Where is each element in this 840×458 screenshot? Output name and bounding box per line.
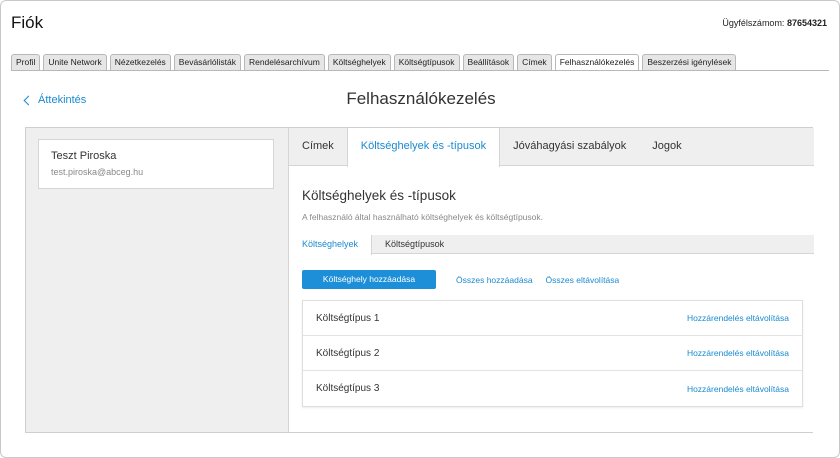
section-description: A felhasználó által használható költségh… [302,212,543,222]
detail-tabs: Címek Költséghelyek és -típusok Jóváhagy… [289,128,814,167]
cost-item-name: Költségtípus 3 [316,383,380,394]
page-header: Áttekintés Felhasználókezelés [1,71,839,123]
subtab-cost-types[interactable]: Költségtípusok [372,235,457,254]
customer-number-value: 87654321 [786,18,827,28]
account-tabs: Profil Unite Network Nézetkezelés Bevásá… [11,54,737,70]
remove-assignment-link[interactable]: Hozzárendelés eltávolítása [687,313,789,323]
section-title: Költséghelyek és -típusok [302,188,456,203]
tab-approval-rules[interactable]: Jóváhagyási szabályok [500,128,639,166]
customer-number: Ügyfélszámom: 87654321 [722,18,827,28]
tab-nezetkezeles[interactable]: Nézetkezelés [109,54,171,70]
tab-rendelesarchivum[interactable]: Rendelésarchívum [243,54,325,70]
tab-beallitasok[interactable]: Beállítások [462,54,515,70]
cost-actions: Költséghely hozzáadása Összes hozzáadása… [302,270,619,289]
user-email: test.piroska@abceg.hu [51,167,144,177]
tab-beszerzesi-igenylesek[interactable]: Beszerzési igénylések [642,54,737,70]
user-management-panel: Teszt Piroska test.piroska@abceg.hu Címe… [25,127,814,433]
remove-assignment-link[interactable]: Hozzárendelés eltávolítása [687,348,789,358]
tab-felhasznalokezeles[interactable]: Felhasználókezelés [554,54,640,70]
cost-item-name: Költségtípus 2 [316,347,380,359]
cost-item-name: Költségtípus 1 [316,312,380,324]
user-detail: Címek Költséghelyek és -típusok Jóváhagy… [288,128,814,432]
list-item: Költségtípus 2 Hozzárendelés eltávolítás… [303,336,802,371]
subtab-cost-centers[interactable]: Költséghelyek [289,235,373,255]
app-window: Fiók Ügyfélszámom: 87654321 Profil Unite… [0,0,840,458]
page-title: Felhasználókezelés [346,89,496,108]
add-all-link[interactable]: Összes hozzáadása [456,275,533,285]
tab-koltseghelyek[interactable]: Költséghelyek [327,54,391,70]
cost-sub-tabs: Költséghelyek Költségtípusok [289,235,814,255]
tab-permissions[interactable]: Jogok [639,128,694,166]
list-item: Költségtípus 3 Hozzárendelés eltávolítás… [303,371,802,406]
customer-number-label: Ügyfélszámom: [722,18,785,28]
cost-list: Költségtípus 1 Hozzárendelés eltávolítás… [302,300,803,407]
remove-all-link[interactable]: Összes eltávolítása [546,275,620,285]
user-name: Teszt Piroska [51,150,117,162]
remove-assignment-link[interactable]: Hozzárendelés eltávolítása [687,384,789,394]
tab-bevasarlolistak[interactable]: Bevásárlólisták [173,54,241,70]
top-bar: Fiók Ügyfélszámom: 87654321 [1,1,839,53]
tab-profil[interactable]: Profil [11,54,41,70]
add-cost-center-button[interactable]: Költséghely hozzáadása [302,270,436,289]
tab-unite-network[interactable]: Unite Network [43,54,107,70]
user-card[interactable]: Teszt Piroska test.piroska@abceg.hu [38,139,274,189]
tab-cimek[interactable]: Címek [517,54,552,70]
tab-cost-centers-and-types[interactable]: Költséghelyek és -típusok [346,128,501,167]
tab-addresses[interactable]: Címek [289,128,347,166]
app-title: Fiók [11,13,44,32]
list-item: Költségtípus 1 Hozzárendelés eltávolítás… [303,301,802,336]
tab-koltsegtipusok[interactable]: Költségtípusok [393,54,460,70]
